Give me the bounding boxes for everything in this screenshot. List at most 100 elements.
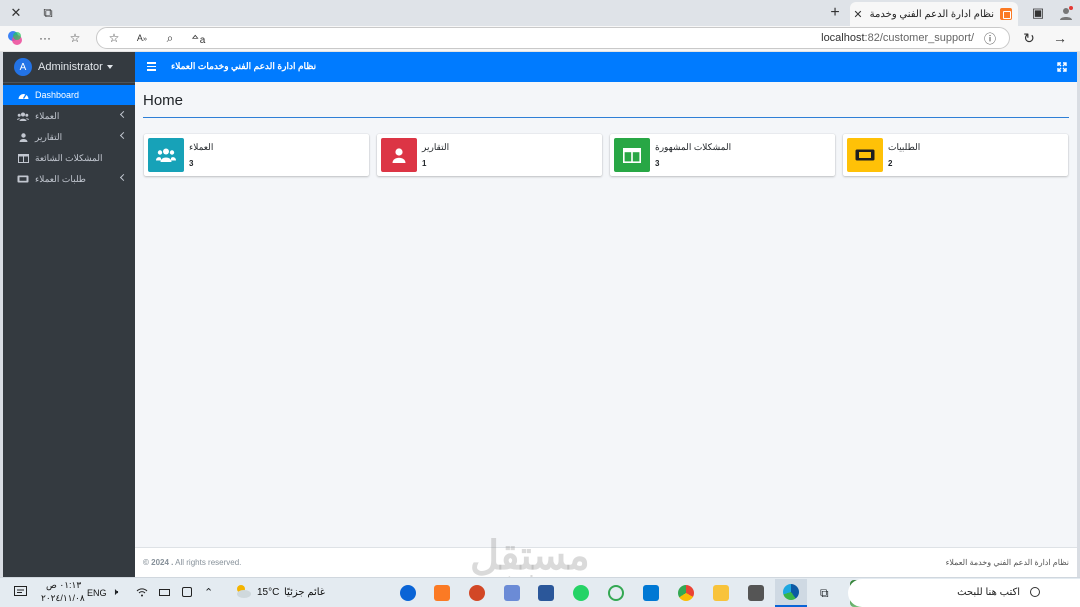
add-favorite-icon[interactable]: ☆ xyxy=(105,30,123,46)
weather-temp[interactable]: 15°C xyxy=(257,587,279,598)
search-icon xyxy=(1030,587,1040,597)
chevron-left-icon xyxy=(119,110,128,119)
caret-down-icon xyxy=(106,65,113,69)
camtasia-icon[interactable] xyxy=(608,585,624,601)
word-icon[interactable] xyxy=(538,585,554,601)
sidebar-item-reports[interactable]: التقارير xyxy=(3,127,135,147)
dashboard-icon xyxy=(17,91,29,100)
bluetooth-icon[interactable] xyxy=(400,585,416,601)
taskbar-search-box[interactable]: اكتب هنا للبحث xyxy=(848,579,1080,607)
user-icon xyxy=(17,132,29,142)
translate-icon[interactable]: ᅀa xyxy=(189,30,207,46)
sidebar-item-customer-requests[interactable]: طلبات العملاء xyxy=(3,169,135,189)
chevron-up-icon[interactable]: ⌃ xyxy=(204,586,213,599)
zoom-icon[interactable]: ⌕ xyxy=(161,30,179,46)
info-box-reports[interactable]: التقارير 1 xyxy=(377,134,602,176)
ticket-icon xyxy=(847,138,883,172)
info-box-orders[interactable]: الطلبيات 2 xyxy=(843,134,1068,176)
info-box-value: 1 xyxy=(422,159,427,168)
weather-icon[interactable] xyxy=(234,583,252,599)
sidebar: A Administrator Dashboard العملاء التقار… xyxy=(3,52,135,577)
new-tab-icon[interactable]: + xyxy=(825,4,845,22)
columns-icon xyxy=(614,138,650,172)
mail-icon[interactable] xyxy=(643,585,659,601)
file-explorer-icon[interactable] xyxy=(713,585,729,601)
store-icon[interactable] xyxy=(748,585,764,601)
volume-muted-icon[interactable]: 🕨 xyxy=(112,587,118,598)
info-box-label: التقارير xyxy=(422,142,450,152)
info-box-value: 2 xyxy=(888,159,893,168)
users-icon xyxy=(148,138,184,172)
sidebar-item-customers[interactable]: العملاء xyxy=(3,106,135,126)
copilot-icon[interactable] xyxy=(6,30,24,46)
sidebar-item-label: Dashboard xyxy=(35,90,80,100)
profile-icon[interactable] xyxy=(1056,4,1076,22)
columns-icon xyxy=(17,153,29,163)
language-indicator[interactable]: ENG xyxy=(87,588,107,598)
chevron-left-icon xyxy=(119,173,128,182)
info-box-label: العملاء xyxy=(189,142,214,152)
favorites-list-icon[interactable]: ☆ xyxy=(66,30,84,46)
user-menu[interactable]: A Administrator xyxy=(3,52,135,83)
info-box-common-issues[interactable]: المشكلات المشهورة 3 xyxy=(610,134,835,176)
info-box-value: 3 xyxy=(655,159,660,168)
site-info-icon[interactable]: ⓘ xyxy=(981,30,999,46)
powerpoint-icon[interactable] xyxy=(469,585,485,601)
info-box-customers[interactable]: العملاء 3 xyxy=(144,134,369,176)
tab-favicon-icon xyxy=(1000,8,1012,20)
tab-actions-icon[interactable]: ▣ xyxy=(1028,4,1048,22)
search-placeholder: اكتب هنا للبحث xyxy=(957,587,1020,598)
info-box-value: 3 xyxy=(189,159,194,168)
clock-time[interactable]: ٠١:١٣ ص xyxy=(46,580,81,591)
menu-toggle-icon[interactable] xyxy=(147,62,156,71)
whatsapp-icon[interactable] xyxy=(573,585,589,601)
forward-icon[interactable]: → xyxy=(1051,30,1069,46)
close-window-icon[interactable]: ✕ xyxy=(6,4,26,22)
url-text: localhost:82/customer_support/ xyxy=(821,32,974,44)
copyright: © 2024 . All rights reserved. xyxy=(143,558,242,567)
chevron-left-icon xyxy=(119,131,128,140)
close-tab-icon[interactable]: ✕ xyxy=(850,8,866,21)
sidebar-item-label: التقارير xyxy=(35,131,63,142)
restore-window-icon[interactable]: ⧉ xyxy=(38,4,58,22)
sidebar-item-label: العملاء xyxy=(35,110,60,121)
page-title: Home xyxy=(143,92,184,109)
top-navbar: نظام ادارة الدعم الفني وخدمات العملاء xyxy=(135,52,1077,82)
info-box-label: الطلبيات xyxy=(888,142,921,152)
main-content: Home العملاء 3 التقارير 1 المشكلات المشه… xyxy=(135,82,1077,547)
xampp-icon[interactable] xyxy=(434,585,450,601)
browser-titlebar: ✕ ⧉ + نظام ادارة الدعم الفني وخدمة العمل… xyxy=(0,0,1080,26)
footer-system-name: نظام ادارة الدعم الفني وخدمة العملاء xyxy=(945,558,1069,567)
battery-icon[interactable] xyxy=(159,589,170,596)
sidebar-item-common-issues[interactable]: المشكلات الشائعة xyxy=(3,148,135,168)
address-bar[interactable]: ☆ A» ⌕ ᅀa localhost:82/customer_support/… xyxy=(96,27,1010,49)
users-icon xyxy=(17,112,29,121)
sidebar-item-dashboard[interactable]: Dashboard xyxy=(3,85,135,105)
sidebar-item-label: المشكلات الشائعة xyxy=(35,152,103,163)
notification-icon[interactable] xyxy=(14,586,28,598)
meet-now-icon[interactable] xyxy=(182,587,192,597)
ticket-icon xyxy=(17,175,29,184)
weather-desc[interactable]: غائم جزئيًا xyxy=(284,587,325,598)
wifi-icon[interactable] xyxy=(136,587,148,600)
footer: © 2024 . All rights reserved. نظام ادارة… xyxy=(135,547,1077,577)
clock-date[interactable]: ٢٠٢٤/١١/٠٨ xyxy=(41,593,85,604)
app-icon[interactable] xyxy=(504,585,520,601)
avatar: A xyxy=(14,58,32,76)
tab-title: نظام ادارة الدعم الفني وخدمة العملاء Hom… xyxy=(866,8,994,20)
title-divider xyxy=(143,117,1069,118)
task-view-icon[interactable]: ⧉ xyxy=(820,586,829,601)
refresh-icon[interactable]: ↻ xyxy=(1020,30,1038,46)
user-icon xyxy=(381,138,417,172)
chrome-icon[interactable] xyxy=(678,585,694,601)
sidebar-item-label: طلبات العملاء xyxy=(35,173,86,184)
read-aloud-icon[interactable]: A» xyxy=(133,30,151,46)
brand-title: نظام ادارة الدعم الفني وخدمات العملاء xyxy=(171,61,317,71)
browser-tab[interactable]: نظام ادارة الدعم الفني وخدمة العملاء Hom… xyxy=(850,2,1018,26)
more-menu-icon[interactable]: ··· xyxy=(36,30,54,46)
user-name: Administrator xyxy=(38,61,103,73)
edge-taskbar-active[interactable] xyxy=(775,579,807,607)
fullscreen-icon[interactable] xyxy=(1057,61,1067,72)
info-box-label: المشكلات المشهورة xyxy=(655,142,732,152)
edge-icon xyxy=(783,584,799,600)
